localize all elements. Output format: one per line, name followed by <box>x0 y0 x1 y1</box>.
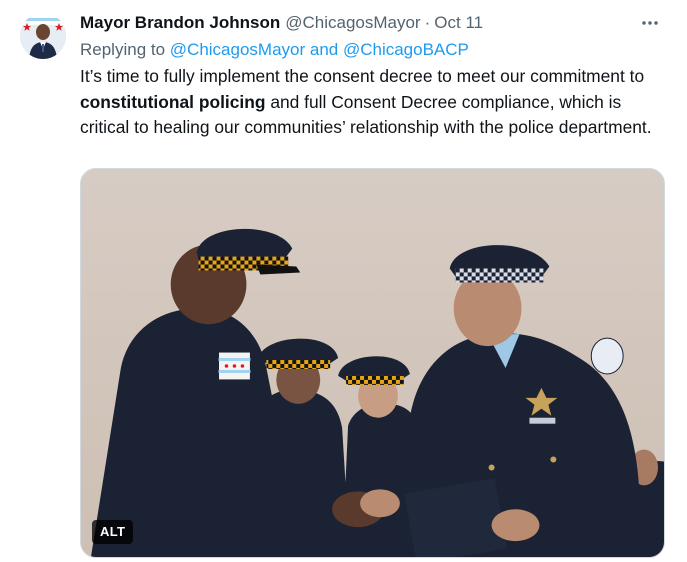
author-handle[interactable]: @ChicagosMayor <box>285 13 420 33</box>
more-options-button[interactable] <box>639 12 661 34</box>
replying-prefix: Replying to <box>80 40 170 59</box>
tweet-date[interactable]: Oct 11 <box>434 13 483 33</box>
more-horizontal-icon <box>642 21 658 25</box>
tweet-text-bold: constitutional policing <box>80 91 266 112</box>
replying-to: Replying to @ChicagosMayor and @ChicagoB… <box>80 40 469 60</box>
separator-dot: · <box>424 13 431 32</box>
avatar[interactable] <box>20 13 66 59</box>
tweet-photo[interactable] <box>80 168 665 558</box>
tweet-header: Mayor Brandon Johnson @ChicagosMayor · O… <box>80 13 483 35</box>
tweet[interactable]: Mayor Brandon Johnson @ChicagosMayor · O… <box>0 0 687 562</box>
tweet-text: It’s time to fully implement the consent… <box>80 64 670 141</box>
alt-text-badge[interactable]: ALT <box>92 520 134 544</box>
tweet-text-part1: It’s time to fully implement the consent… <box>80 66 645 86</box>
replying-to-link[interactable]: @ChicagosMayor and @ChicagoBACP <box>170 40 469 59</box>
author-name[interactable]: Mayor Brandon Johnson <box>80 13 280 33</box>
